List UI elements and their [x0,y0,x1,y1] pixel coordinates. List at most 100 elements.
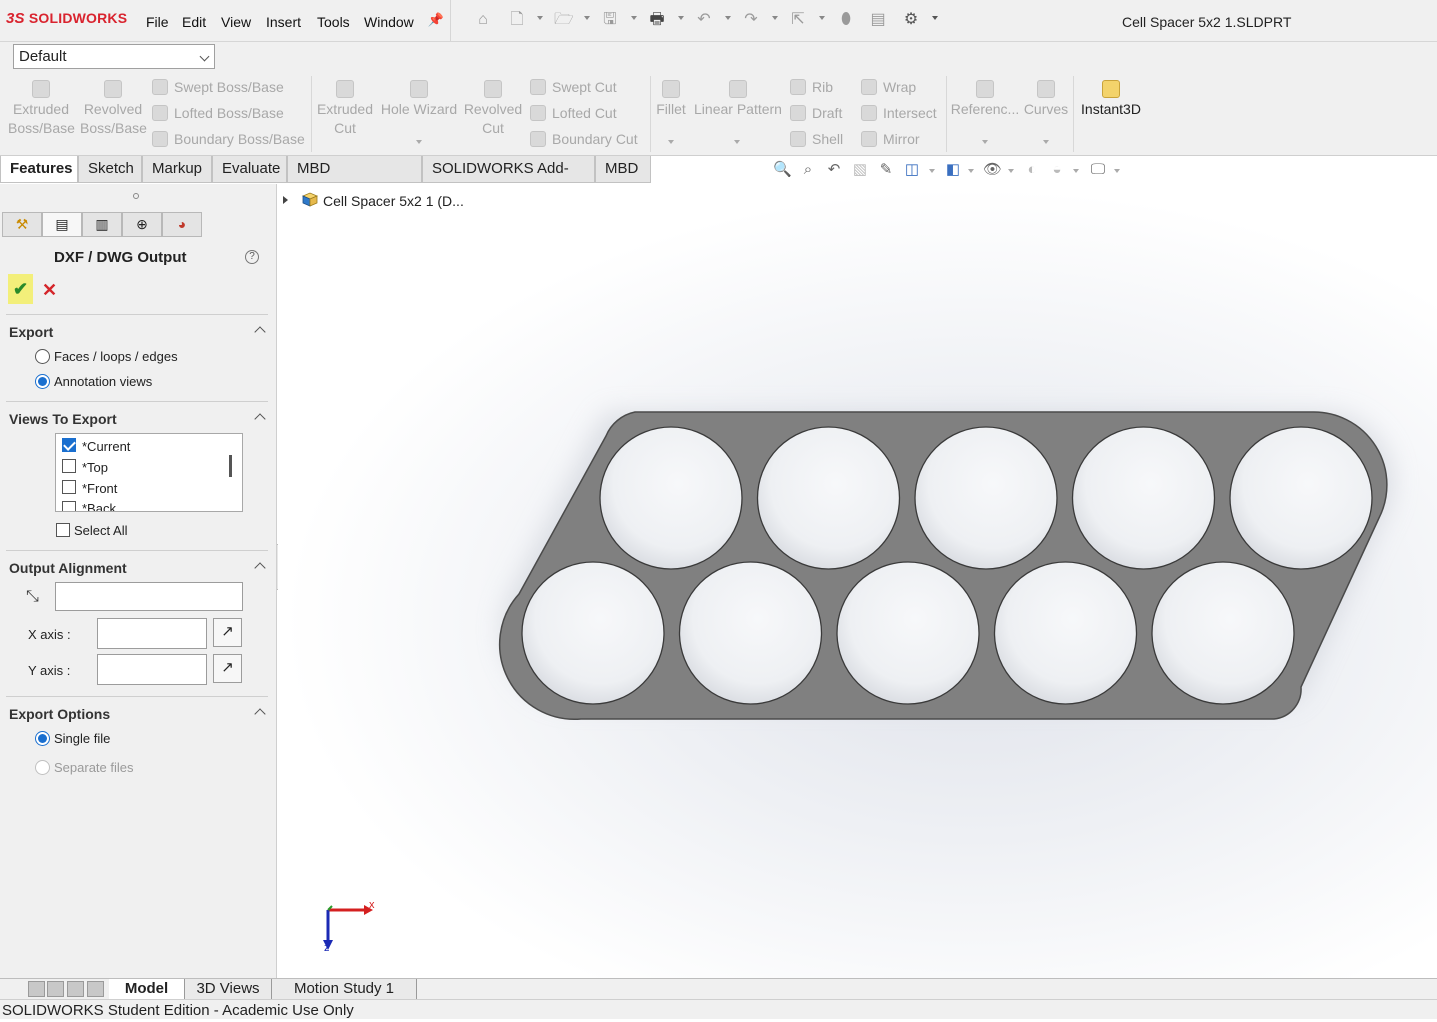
wrap-button[interactable]: Wrap [861,77,916,97]
tab-3d-views[interactable]: 3D Views [185,979,272,999]
save-icon[interactable]: 🖫 [601,11,619,29]
draft-button[interactable]: Draft [790,103,842,123]
chevron-down-icon[interactable] [1073,169,1079,173]
last-tab-icon[interactable] [87,981,104,997]
view-checkbox-current[interactable] [62,438,76,452]
chevron-down-icon[interactable] [1008,169,1014,173]
boundary-cut-button[interactable]: Boundary Cut [530,129,638,149]
menu-file[interactable]: File [146,14,169,30]
select-cursor-icon[interactable]: ⇱ [789,11,807,29]
view-checkbox-back[interactable] [62,501,76,511]
tab-feature-manager[interactable]: ⚒ [2,212,42,237]
boundary-boss-button[interactable]: Boundary Boss/Base [152,129,305,149]
instant3d-button[interactable]: Instant3D [1076,80,1146,119]
cell-hole-bottom-3[interactable] [836,561,980,705]
fillet-button[interactable]: Fillet [652,80,690,119]
select-all-checkbox[interactable] [56,523,70,537]
zoom-to-area-icon[interactable]: ⌕ [799,161,817,179]
chevron-down-icon[interactable] [678,16,684,20]
section-view-icon[interactable]: ▧ [851,161,869,179]
view-checkbox-top[interactable] [62,459,76,473]
cell-hole-bottom-4[interactable] [993,561,1138,705]
linear-pattern-button[interactable]: Linear Pattern [693,80,783,119]
next-tab-icon[interactable] [67,981,84,997]
radio-faces-loops-edges[interactable] [35,349,50,364]
tab-model[interactable]: Model [109,979,185,999]
chevron-down-icon[interactable] [668,140,674,144]
intersect-button[interactable]: Intersect [861,103,937,123]
view-orientation-icon[interactable]: ◫ [903,161,921,179]
chevron-down-icon[interactable] [772,16,778,20]
open-folder-icon[interactable]: 🗁 [554,11,574,29]
tab-mbd-dimensions[interactable]: MBD Dimensions [287,156,422,202]
graphics-area[interactable] [278,184,1437,978]
redo-icon[interactable]: ↷ [742,11,760,29]
cell-hole-top-4[interactable] [1071,426,1216,570]
tab-configuration-manager[interactable]: ▥ [82,212,122,237]
radio-annotation-views[interactable] [35,374,50,389]
tab-solidworks-add-ins[interactable]: SOLIDWORKS Add-Ins [422,156,595,202]
chevron-down-icon[interactable] [631,16,637,20]
home-icon[interactable]: ⌂ [474,11,492,29]
gear-icon[interactable]: ⚙ [902,11,920,29]
previous-view-icon[interactable]: ↶ [825,161,843,179]
view-settings-icon[interactable]: 🖵 [1089,161,1107,179]
revolved-cut-button[interactable]: Revolved Cut [462,80,524,138]
curves-button[interactable]: Curves [1022,80,1070,119]
panel-grip[interactable] [133,193,139,199]
tab-dimxpert-manager[interactable]: ⊕ [122,212,162,237]
chevron-down-icon[interactable] [968,169,974,173]
cell-hole-bottom-1[interactable] [521,561,665,705]
lofted-boss-button[interactable]: Lofted Boss/Base [152,103,284,123]
chevron-down-icon[interactable] [1114,169,1120,173]
tab-markup[interactable]: Markup [142,156,212,183]
undo-icon[interactable]: ↶ [695,11,713,29]
tab-display-manager[interactable]: ◕ [162,212,202,237]
tab-features[interactable]: Features [0,156,78,183]
tree-expand-arrow[interactable] [283,196,288,204]
chevron-down-icon[interactable] [932,16,938,20]
help-icon[interactable]: ? [245,250,259,264]
zoom-to-fit-icon[interactable]: 🔍 [773,161,792,179]
y-axis-field[interactable] [97,654,207,685]
chevron-down-icon[interactable] [1043,140,1049,144]
x-axis-field[interactable] [97,618,207,649]
configuration-select[interactable]: Default [13,44,215,69]
swept-cut-button[interactable]: Swept Cut [530,77,617,97]
origin-field[interactable] [55,582,243,611]
menu-insert[interactable]: Insert [266,14,301,30]
mirror-button[interactable]: Mirror [861,129,920,149]
chevron-down-icon[interactable] [819,16,825,20]
ok-button[interactable]: ✔ [8,274,33,304]
menu-view[interactable]: View [221,14,251,30]
tab-property-manager[interactable]: ▤ [42,212,82,237]
hide-show-items-icon[interactable]: 👁 [983,161,1002,179]
file-properties-icon[interactable]: ▤ [869,11,887,29]
radio-single-file[interactable] [35,731,50,746]
cell-hole-top-2[interactable] [756,426,901,570]
extruded-boss-button[interactable]: Extruded Boss/Base [8,80,75,138]
tab-motion-study[interactable]: Motion Study 1 [272,979,417,999]
cell-hole-top-5[interactable] [1229,426,1373,570]
display-style-icon[interactable]: ◧ [944,161,962,179]
chevron-down-icon[interactable] [725,16,731,20]
tab-mbd[interactable]: MBD [595,156,651,183]
radio-separate-files[interactable] [35,760,50,775]
pin-icon[interactable]: 📌 [427,11,445,29]
cancel-button[interactable]: ✕ [42,280,57,300]
chevron-down-icon[interactable] [734,140,740,144]
print-icon[interactable]: 🖶 [648,11,666,29]
swept-boss-button[interactable]: Swept Boss/Base [152,77,284,97]
views-list-scrollbar[interactable] [229,455,232,477]
tab-sketch[interactable]: Sketch [78,156,142,183]
edit-appearance-icon[interactable]: ◐ [1023,161,1041,179]
previous-tab-icon[interactable] [47,981,64,997]
chevron-down-icon[interactable] [584,16,590,20]
menu-tools[interactable]: Tools [317,14,350,30]
rebuild-icon[interactable]: ⬮ [837,11,855,29]
chevron-down-icon[interactable] [416,140,422,144]
solidworks-logo[interactable]: 3S SOLIDWORKS [6,10,127,27]
cell-hole-top-3[interactable] [914,426,1058,570]
menu-edit[interactable]: Edit [182,14,206,30]
cell-hole-bottom-5[interactable] [1151,561,1295,705]
